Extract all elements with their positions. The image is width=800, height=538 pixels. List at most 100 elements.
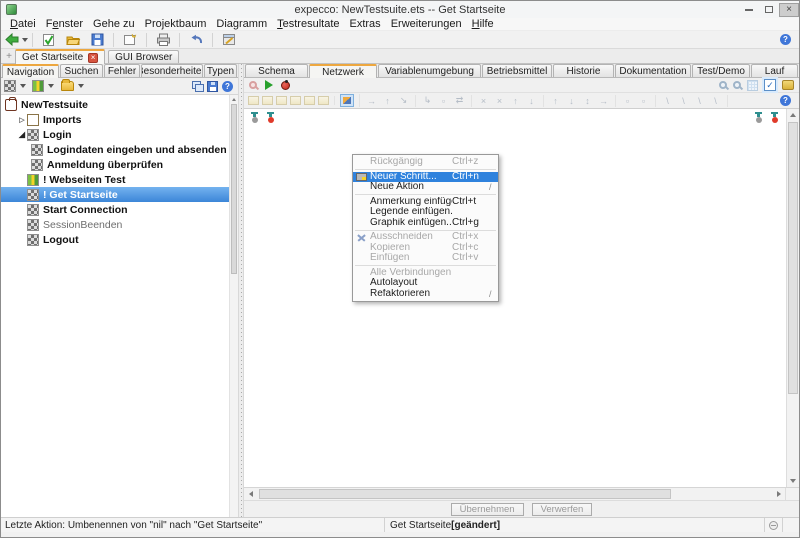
delete-pin-icon[interactable]: ×	[477, 95, 490, 107]
new-action-dropdown-icon[interactable]	[48, 84, 54, 88]
menu-fenster[interactable]: Fenster	[41, 18, 88, 30]
minimize-button[interactable]	[739, 3, 759, 17]
search-disabled-icon[interactable]	[249, 81, 257, 89]
tab-suchen[interactable]: Suchen	[60, 64, 103, 77]
tab-schema[interactable]: Schema	[245, 64, 308, 77]
output-pin-red-icon[interactable]	[770, 112, 779, 123]
scroll-right-icon[interactable]	[772, 488, 785, 500]
menu-hilfe[interactable]: Hilfe	[467, 18, 499, 30]
network-canvas[interactable]	[244, 109, 799, 488]
expander-expanded-icon[interactable]: ◢	[17, 130, 27, 139]
zoom-out-icon[interactable]	[719, 81, 727, 89]
line-ortho-icon[interactable]: \	[677, 95, 690, 107]
camera-icon[interactable]	[782, 80, 794, 90]
menu-gehe-zu[interactable]: Gehe zu	[88, 18, 140, 30]
delete-step-icon[interactable]: ×	[493, 95, 506, 107]
tree-row[interactable]: NewTestsuite	[1, 97, 238, 112]
frame-icon[interactable]: ▫	[437, 95, 450, 107]
menu-item-legende-einfuegen[interactable]: Legende einfügen...	[353, 207, 498, 218]
detach-window-icon[interactable]	[192, 81, 203, 91]
menu-item-refaktorieren[interactable]: Refaktorieren/	[353, 289, 498, 300]
menu-testresultate[interactable]: Testresultate	[272, 18, 344, 30]
menu-item-anmerkung-einfuegen[interactable]: Anmerkung einfügen...Ctrl+t	[353, 197, 498, 208]
scrollbar-thumb[interactable]	[259, 489, 671, 499]
zoom-in-icon[interactable]	[733, 81, 741, 89]
menu-item-ausschneiden[interactable]: AusschneidenCtrl+x	[353, 232, 498, 243]
pin-right-icon[interactable]: →	[365, 95, 378, 107]
new-window-icon[interactable]	[118, 32, 142, 48]
maximize-button[interactable]	[759, 3, 779, 17]
tree-row[interactable]: ! Webseiten Test	[1, 172, 238, 187]
tree-row[interactable]: Logindaten eingeben und absenden	[1, 142, 238, 157]
scroll-up-icon[interactable]	[230, 95, 238, 104]
insert-reference-icon[interactable]	[276, 96, 287, 105]
tab-fehler[interactable]: Fehler	[104, 64, 140, 77]
run-icon[interactable]	[265, 80, 273, 90]
verwerfen-button[interactable]: Verwerfen	[532, 503, 593, 516]
output-pin-icon[interactable]	[754, 112, 763, 123]
scroll-left-icon[interactable]	[244, 488, 257, 500]
pin-branch-icon[interactable]: ↘	[397, 95, 410, 107]
vertical-icon[interactable]: ↕	[581, 95, 594, 107]
tab-netzwerk[interactable]: Netzwerk	[309, 64, 377, 78]
open-folder-icon[interactable]	[61, 32, 85, 48]
menu-item-rueckgaengig[interactable]: RückgängigCtrl+z	[353, 157, 498, 168]
menu-item-neue-aktion[interactable]: Neue Aktion/	[353, 182, 498, 193]
insert-wrapper-icon[interactable]	[290, 96, 301, 105]
tab-variablenumgebung[interactable]: Variablenumgebung	[378, 64, 481, 77]
connect-icon[interactable]: ↳	[421, 95, 434, 107]
new-step-icon[interactable]	[4, 80, 16, 92]
line-straight-icon[interactable]: \	[661, 95, 674, 107]
tree-row[interactable]: Logout	[1, 232, 238, 247]
tab-typen[interactable]: Typen	[204, 64, 237, 77]
menu-item-autolayout[interactable]: Autolayout	[353, 278, 498, 289]
tab-gui-browser[interactable]: GUI Browser	[108, 50, 179, 63]
tree-row[interactable]: Anmeldung überprüfen	[1, 157, 238, 172]
tree-row[interactable]: Start Connection	[1, 202, 238, 217]
tree-row[interactable]: ▷Imports	[1, 112, 238, 127]
line-manhattan-icon[interactable]: \	[709, 95, 722, 107]
scroll-up-icon[interactable]	[787, 109, 799, 121]
debug-icon[interactable]	[281, 81, 290, 90]
tab-besonderheiten[interactable]: Besonderheiten	[141, 64, 203, 77]
tab-get-startseite[interactable]: Get Startseite ×	[15, 49, 105, 64]
print-icon[interactable]	[151, 32, 175, 48]
new-action-icon[interactable]	[32, 80, 44, 92]
canvas-hscrollbar[interactable]	[244, 488, 799, 501]
scroll-down-icon[interactable]	[787, 475, 799, 487]
raise-icon[interactable]: ↑	[549, 95, 562, 107]
tab-historie[interactable]: Historie	[553, 64, 614, 77]
help-icon[interactable]	[222, 81, 233, 92]
menu-diagramm[interactable]: Diagramm	[211, 18, 272, 30]
pin-icon[interactable]: +	[3, 50, 15, 63]
uebernehmen-button[interactable]: Übernehmen	[451, 503, 524, 516]
lower-icon[interactable]: ↓	[565, 95, 578, 107]
menu-datei[interactable]: Datei	[5, 18, 41, 30]
delete-down-icon[interactable]: ↓	[525, 95, 538, 107]
undo-icon[interactable]	[184, 32, 208, 48]
back-icon[interactable]	[4, 32, 28, 48]
tree-row-selected[interactable]: ! Get Startseite	[1, 187, 238, 202]
pin-up-icon[interactable]: ↑	[381, 95, 394, 107]
expander-collapsed-icon[interactable]: ▷	[17, 116, 27, 124]
delete-up-icon[interactable]: ↑	[509, 95, 522, 107]
tab-dokumentation[interactable]: Dokumentation	[615, 64, 691, 77]
help-icon[interactable]	[780, 95, 791, 106]
insert-step-icon[interactable]	[248, 96, 259, 105]
tab-lauf[interactable]: Lauf	[751, 64, 798, 77]
tab-betriebsmittel[interactable]: Betriebsmittel	[482, 64, 552, 77]
input-pin-red-icon[interactable]	[266, 112, 275, 123]
tab-navigation[interactable]: Navigation	[2, 64, 59, 78]
menu-item-graphik-einfuegen[interactable]: Graphik einfügen...Ctrl+g	[353, 218, 498, 229]
insert-frame-icon[interactable]	[318, 96, 329, 105]
swap-icon[interactable]: ⇄	[453, 95, 466, 107]
snap-checkbox[interactable]	[764, 79, 776, 91]
menu-item-einfuegen[interactable]: EinfügenCtrl+v	[353, 253, 498, 264]
accept-document-icon[interactable]	[37, 32, 61, 48]
tree-row[interactable]: ◢Login	[1, 127, 238, 142]
rotate-icon[interactable]: →	[597, 95, 610, 107]
close-button[interactable]: ×	[779, 3, 799, 17]
canvas-vscrollbar[interactable]	[786, 109, 799, 487]
help-icon[interactable]	[780, 34, 791, 45]
join-icon[interactable]: ▫	[621, 95, 634, 107]
